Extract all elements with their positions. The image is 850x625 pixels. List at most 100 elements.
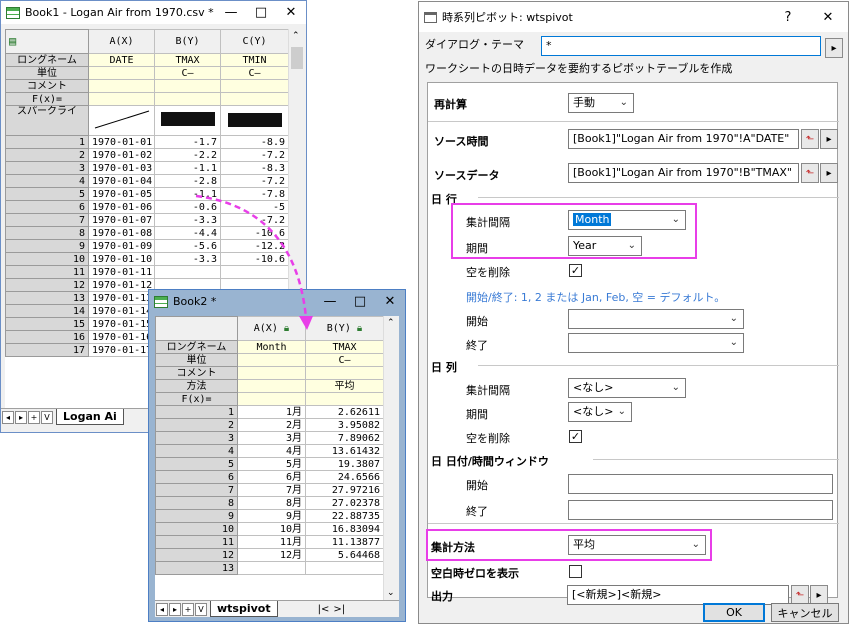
data-cell[interactable]: 27.02378 <box>305 496 383 510</box>
method-cell[interactable] <box>237 379 306 393</box>
comment-cell[interactable] <box>305 366 383 380</box>
source-data-input[interactable]: [Book1]"Logan Air from 1970"!B"TMAX" <box>568 163 799 183</box>
minimize-button[interactable]: — <box>315 291 345 313</box>
data-cell[interactable]: -12.2 <box>220 239 289 253</box>
maximize-button[interactable]: □ <box>246 2 276 24</box>
output-input[interactable]: [<新規>]<新規> <box>567 585 789 605</box>
row-header[interactable]: 3 <box>155 431 238 445</box>
row-header[interactable]: 6 <box>5 200 89 214</box>
source-time-input[interactable]: [Book1]"Logan Air from 1970"!A"DATE" <box>568 129 799 149</box>
row-header[interactable]: 4 <box>5 174 89 188</box>
row-header[interactable]: 4 <box>155 444 238 458</box>
cols-interval-select[interactable]: <なし> ⌄ <box>568 378 686 398</box>
data-cell[interactable]: 1970-01-15 <box>88 317 155 331</box>
data-cell[interactable]: 8月 <box>237 496 306 510</box>
data-cell[interactable]: 6月 <box>237 470 306 484</box>
window-end-input[interactable] <box>568 500 833 520</box>
formula-cell[interactable] <box>305 392 383 406</box>
data-cell[interactable]: 16.83094 <box>305 522 383 536</box>
long-name-cell[interactable]: TMAX <box>154 53 221 67</box>
row-header[interactable]: 1 <box>155 405 238 419</box>
data-cell[interactable]: 24.6566 <box>305 470 383 484</box>
column-header[interactable]: B(Y) 🔒︎ <box>305 316 383 341</box>
data-cell[interactable]: -8.3 <box>220 161 289 175</box>
data-cell[interactable]: 11月 <box>237 535 306 549</box>
data-cell[interactable]: 7月 <box>237 483 306 497</box>
row-header[interactable]: 7 <box>5 213 89 227</box>
row-header[interactable]: 15 <box>5 317 89 331</box>
data-cell[interactable]: -3.3 <box>154 213 221 227</box>
rows-end-select[interactable]: ⌄ <box>568 333 744 353</box>
data-cell[interactable]: -8.9 <box>220 135 289 149</box>
data-cell[interactable]: -1.1 <box>154 187 221 201</box>
ok-button[interactable]: OK <box>703 603 765 622</box>
data-cell[interactable]: 1970-01-13 <box>88 291 155 305</box>
dialog-titlebar[interactable]: 時系列ピボット: wtspivot ? ✕ <box>419 2 848 32</box>
row-header[interactable]: 9 <box>5 239 89 253</box>
long-name-cell[interactable]: Month <box>237 340 306 354</box>
column-header[interactable]: A(X) 🔒︎ <box>237 316 306 341</box>
unit-cell[interactable]: C— <box>305 353 383 367</box>
data-cell[interactable]: 2.62611 <box>305 405 383 419</box>
data-cell[interactable]: 2月 <box>237 418 306 432</box>
data-cell[interactable]: 1970-01-16 <box>88 330 155 344</box>
data-cell[interactable]: -10.6 <box>220 226 289 240</box>
tab-next-button[interactable]: ▸ <box>15 410 27 424</box>
data-cell[interactable]: -3.3 <box>154 252 221 266</box>
unit-cell[interactable]: C— <box>154 66 221 80</box>
book1-titlebar[interactable]: Book1 - Logan Air from 1970.csv * — □ ✕ <box>1 1 306 24</box>
data-cell[interactable]: 1970-01-07 <box>88 213 155 227</box>
source-data-menu-button[interactable]: ▸ <box>820 163 838 183</box>
source-time-select-button[interactable]: ⬑ <box>801 129 819 149</box>
data-cell[interactable]: 9月 <box>237 509 306 523</box>
row-header[interactable]: 2 <box>5 148 89 162</box>
tab-scroll-left-icon[interactable]: |< <box>318 604 330 615</box>
unit-cell[interactable] <box>88 66 155 80</box>
long-name-cell[interactable]: TMAX <box>305 340 383 354</box>
output-select-button[interactable]: ⬑ <box>791 585 809 605</box>
formula-cell[interactable] <box>220 92 289 106</box>
close-button[interactable]: ✕ <box>276 2 306 24</box>
row-header[interactable]: 11 <box>5 265 89 279</box>
row-header[interactable]: 13 <box>5 291 89 305</box>
data-cell[interactable]: 1970-01-03 <box>88 161 155 175</box>
corner-cell[interactable] <box>155 316 238 341</box>
data-cell[interactable]: 13.61432 <box>305 444 383 458</box>
data-cell[interactable]: 1970-01-09 <box>88 239 155 253</box>
row-header[interactable]: 8 <box>5 226 89 240</box>
source-time-menu-button[interactable]: ▸ <box>820 129 838 149</box>
book2-scrollbar[interactable]: ⌃ ⌄ <box>383 316 399 600</box>
cols-remove-empty-checkbox[interactable]: ✓ <box>569 430 582 443</box>
row-header[interactable]: 17 <box>5 343 89 357</box>
data-cell[interactable] <box>305 561 383 575</box>
close-button[interactable]: ✕ <box>375 291 405 313</box>
close-button[interactable]: ✕ <box>808 6 848 28</box>
data-cell[interactable]: 27.97216 <box>305 483 383 497</box>
formula-cell[interactable] <box>237 392 306 406</box>
book2-titlebar[interactable]: Book2 * — □ ✕ <box>149 290 405 313</box>
data-cell[interactable]: -2.2 <box>154 148 221 162</box>
row-header[interactable]: 16 <box>5 330 89 344</box>
formula-cell[interactable] <box>154 92 221 106</box>
comment-cell[interactable] <box>220 79 289 93</box>
data-cell[interactable]: -0.6 <box>154 200 221 214</box>
column-header[interactable]: B(Y) <box>154 29 221 54</box>
data-cell[interactable]: -5 <box>220 200 289 214</box>
data-cell[interactable] <box>237 561 306 575</box>
column-header[interactable]: C(Y) <box>220 29 289 54</box>
data-cell[interactable] <box>154 265 221 279</box>
data-cell[interactable]: 22.88735 <box>305 509 383 523</box>
unit-cell[interactable]: C— <box>220 66 289 80</box>
method-cell[interactable]: 平均 <box>305 379 383 393</box>
data-cell[interactable]: -1.1 <box>154 161 221 175</box>
data-cell[interactable]: -4.4 <box>154 226 221 240</box>
comment-cell[interactable] <box>88 79 155 93</box>
sheet-list-button[interactable]: V <box>195 602 207 616</box>
help-button[interactable]: ? <box>768 6 808 28</box>
rows-remove-empty-checkbox[interactable]: ✓ <box>569 264 582 277</box>
row-header[interactable]: 13 <box>155 561 238 575</box>
theme-menu-button[interactable]: ▸ <box>825 38 843 58</box>
data-cell[interactable]: -5.6 <box>154 239 221 253</box>
recalc-select[interactable]: 手動 ⌄ <box>568 93 634 113</box>
tab-next-button[interactable]: ▸ <box>169 602 181 616</box>
